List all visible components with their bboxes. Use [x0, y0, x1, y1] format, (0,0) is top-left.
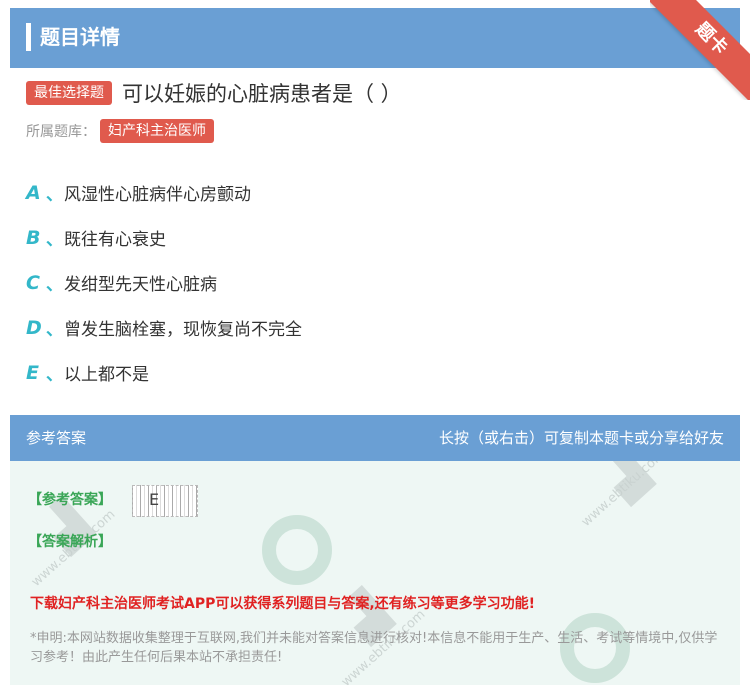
source-line: 所属题库： 妇产科主治医师 — [26, 118, 214, 144]
analysis-label: 【答案解析】 — [28, 534, 112, 550]
option-separator: 、 — [46, 365, 63, 385]
source-badge[interactable]: 妇产科主治医师 — [100, 119, 214, 143]
option-c[interactable]: C 、 发绀型先天性心脏病 — [26, 260, 302, 305]
option-separator: 、 — [46, 320, 63, 340]
option-separator: 、 — [46, 185, 63, 205]
app-download-promo[interactable]: 下载妇产科主治医师考试APP可以获得系列题目与答案,还有练习等更多学习功能! — [30, 593, 535, 613]
option-a[interactable]: A 、 风湿性心脏病伴心房颤动 — [26, 170, 302, 215]
corner-ribbon: 题卡 — [650, 0, 750, 100]
disclaimer-text: *申明:本网站数据收集整理于互联网,我们并未能对答案信息进行核对!本信息不能用于… — [30, 631, 718, 665]
answer-label: 【参考答案】 — [28, 492, 112, 508]
answer-section-title: 参考答案 — [26, 429, 87, 447]
option-letter: C — [26, 271, 40, 294]
question-line: 最佳选择题 可以妊娠的心脏病患者是（ ） — [26, 78, 402, 108]
option-text: 发绀型先天性心脏病 — [64, 275, 217, 295]
option-letter: E — [26, 361, 39, 384]
answer-image: E — [132, 485, 198, 517]
options-list: A 、 风湿性心脏病伴心房颤动 B 、 既往有心衰史 C 、 发绀型先天性心脏病… — [26, 170, 302, 395]
header-bar: 题目详情 — [10, 8, 740, 68]
question-card: 题目详情 题卡 最佳选择题 可以妊娠的心脏病患者是（ ） 所属题库： 妇产科主治… — [0, 0, 750, 685]
option-text: 曾发生脑栓塞，现恢复尚不完全 — [64, 320, 302, 340]
question-type-badge: 最佳选择题 — [26, 81, 112, 105]
option-separator: 、 — [46, 230, 63, 250]
answer-body: ▟ ▟ ▟ www.ebtiku.com www.ebtiku.com www.… — [10, 461, 740, 685]
option-text: 既往有心衰史 — [64, 230, 166, 250]
corner-badge: 题卡 — [650, 0, 750, 100]
option-e[interactable]: E 、 以上都不是 — [26, 350, 302, 395]
option-text: 风湿性心脏病伴心房颤动 — [64, 185, 251, 205]
option-letter: D — [26, 316, 42, 339]
option-b[interactable]: B 、 既往有心衰史 — [26, 215, 302, 260]
question-text: 可以妊娠的心脏病患者是（ ） — [122, 82, 402, 106]
option-letter: A — [26, 181, 41, 204]
answer-value: E — [149, 490, 160, 509]
option-letter: B — [26, 226, 41, 249]
answer-header: 参考答案 长按（或右击）可复制本题卡或分享给好友 — [10, 415, 740, 461]
option-separator: 、 — [46, 275, 63, 295]
header-accent — [26, 23, 31, 51]
share-hint: 长按（或右击）可复制本题卡或分享给好友 — [438, 429, 724, 447]
source-label: 所属题库： — [26, 124, 96, 140]
page-title: 题目详情 — [40, 25, 120, 49]
option-d[interactable]: D 、 曾发生脑栓塞，现恢复尚不完全 — [26, 305, 302, 350]
watermark-logo-icon — [262, 515, 332, 585]
option-text: 以上都不是 — [64, 365, 149, 385]
